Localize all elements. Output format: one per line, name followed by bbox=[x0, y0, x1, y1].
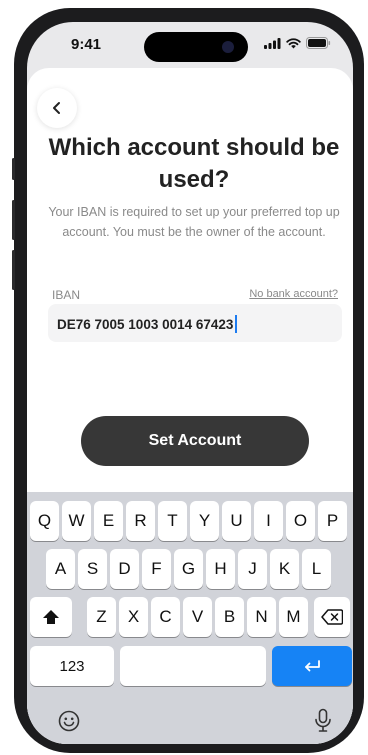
keyboard-bottom-bar bbox=[27, 702, 353, 744]
key-label: C bbox=[159, 607, 172, 626]
key-label: F bbox=[151, 559, 162, 578]
camera-icon bbox=[222, 41, 234, 53]
key-w[interactable]: W bbox=[62, 501, 91, 541]
key-label: V bbox=[191, 607, 204, 626]
status-time: 9:41 bbox=[71, 36, 102, 53]
return-icon bbox=[305, 660, 320, 672]
key-label: S bbox=[86, 559, 99, 578]
signal-icon bbox=[264, 37, 281, 49]
key-label: I bbox=[266, 511, 271, 530]
key-u[interactable]: U bbox=[222, 501, 251, 541]
key-label: T bbox=[167, 511, 178, 530]
key-label: E bbox=[102, 511, 115, 530]
key-a[interactable]: A bbox=[46, 549, 75, 589]
back-button[interactable] bbox=[37, 88, 77, 128]
key-label: R bbox=[134, 511, 147, 530]
key-label: W bbox=[68, 511, 85, 530]
key-label: K bbox=[278, 559, 291, 578]
no-bank-account-link[interactable]: No bank account? bbox=[249, 288, 338, 300]
key-j[interactable]: J bbox=[238, 549, 267, 589]
iban-input[interactable]: DE76 7005 1003 0014 67423 bbox=[48, 304, 342, 342]
key-p[interactable]: P bbox=[318, 501, 347, 541]
key-f[interactable]: F bbox=[142, 549, 171, 589]
key-h[interactable]: H bbox=[206, 549, 235, 589]
shift-key[interactable] bbox=[30, 597, 72, 637]
key-label: J bbox=[248, 559, 257, 578]
key-m[interactable]: M bbox=[279, 597, 308, 637]
key-e[interactable]: E bbox=[94, 501, 123, 541]
keyboard: Q W E R T Y U I O P A S D F G H J K L Z … bbox=[27, 492, 353, 744]
microphone-icon[interactable] bbox=[314, 708, 332, 734]
wifi-icon bbox=[286, 37, 301, 48]
status-bar: 9:41 bbox=[27, 22, 353, 70]
key-l[interactable]: L bbox=[302, 549, 331, 589]
iban-label: IBAN bbox=[52, 288, 81, 302]
emoji-icon[interactable] bbox=[58, 710, 80, 732]
key-o[interactable]: O bbox=[286, 501, 315, 541]
key-label: U bbox=[230, 511, 243, 530]
key-label: M bbox=[286, 607, 301, 626]
key-label: N bbox=[255, 607, 268, 626]
delete-key[interactable] bbox=[314, 597, 350, 637]
numbers-key[interactable]: 123 bbox=[30, 646, 114, 686]
key-x[interactable]: X bbox=[119, 597, 148, 637]
key-q[interactable]: Q bbox=[30, 501, 59, 541]
key-label: Z bbox=[96, 607, 107, 626]
shift-icon bbox=[43, 610, 59, 624]
key-label: O bbox=[293, 511, 308, 530]
key-n[interactable]: N bbox=[247, 597, 276, 637]
phone-screen: 9:41 Which account should be used? Your … bbox=[27, 22, 353, 744]
key-d[interactable]: D bbox=[110, 549, 139, 589]
key-z[interactable]: Z bbox=[87, 597, 116, 637]
key-s[interactable]: S bbox=[78, 549, 107, 589]
page-title: Which account should be used? bbox=[48, 134, 340, 193]
set-account-button[interactable]: Set Account bbox=[81, 416, 309, 466]
key-label: P bbox=[326, 511, 339, 530]
iban-input-value-wrap: DE76 7005 1003 0014 67423 bbox=[57, 315, 238, 333]
key-label: X bbox=[127, 607, 140, 626]
mute-switch bbox=[12, 158, 15, 180]
volume-up-button bbox=[12, 200, 15, 240]
key-t[interactable]: T bbox=[158, 501, 187, 541]
key-label: Y bbox=[198, 511, 211, 530]
key-r[interactable]: R bbox=[126, 501, 155, 541]
key-label: Q bbox=[37, 511, 52, 530]
space-key[interactable] bbox=[120, 646, 266, 686]
key-g[interactable]: G bbox=[174, 549, 203, 589]
key-label: A bbox=[54, 559, 67, 578]
key-label: L bbox=[311, 559, 322, 578]
key-k[interactable]: K bbox=[270, 549, 299, 589]
numbers-key-label: 123 bbox=[59, 657, 85, 675]
key-label: H bbox=[214, 559, 227, 578]
battery-icon bbox=[306, 37, 331, 49]
iban-input-value: DE76 7005 1003 0014 67423 bbox=[57, 316, 234, 332]
key-label: B bbox=[223, 607, 236, 626]
set-account-label: Set Account bbox=[148, 432, 242, 449]
key-label: D bbox=[118, 559, 131, 578]
dynamic-island bbox=[144, 32, 248, 62]
return-key[interactable] bbox=[272, 646, 352, 686]
page-description: Your IBAN is required to set up your pre… bbox=[48, 205, 340, 239]
text-caret bbox=[235, 315, 238, 333]
key-b[interactable]: B bbox=[215, 597, 244, 637]
key-v[interactable]: V bbox=[183, 597, 212, 637]
chevron-left-icon bbox=[53, 102, 60, 114]
key-label: G bbox=[181, 559, 196, 578]
volume-down-button bbox=[12, 250, 15, 290]
key-i[interactable]: I bbox=[254, 501, 283, 541]
status-icons bbox=[264, 37, 331, 49]
key-c[interactable]: C bbox=[151, 597, 180, 637]
delete-icon bbox=[321, 609, 343, 625]
key-y[interactable]: Y bbox=[190, 501, 219, 541]
